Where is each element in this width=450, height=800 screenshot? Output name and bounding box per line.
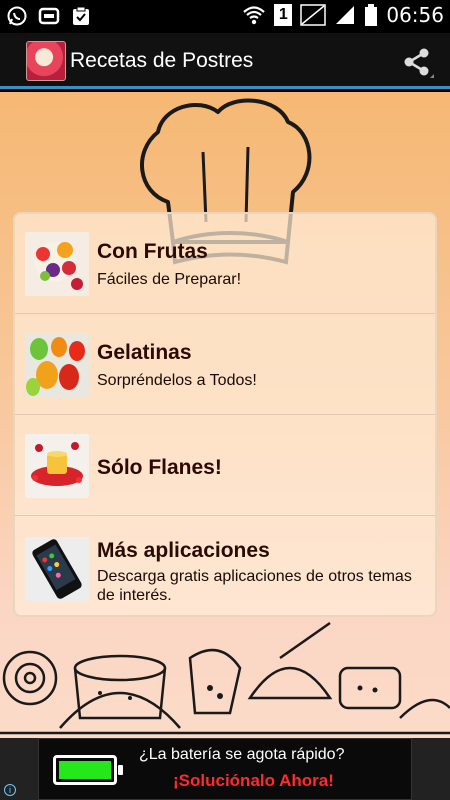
menu-item-subtitle: Descarga gratis aplicaciones de otros te… (97, 568, 412, 604)
no-signal-icon (300, 4, 327, 26)
whatsapp-icon (7, 6, 27, 26)
ad-strip: ¿La batería se agota rápido? ¡Soluciónal… (0, 738, 450, 800)
menu-item-title: Sólo Flanes! (97, 456, 222, 479)
battery-ad-fill (59, 761, 111, 779)
menu-card: Con Frutas Fáciles de Preparar! Gelatina… (13, 212, 437, 617)
menu-item-title: Gelatinas (97, 341, 192, 364)
main-content: Con Frutas Fáciles de Preparar! Gelatina… (0, 92, 450, 738)
menu-item-title: Con Frutas (97, 240, 208, 263)
battery-icon (365, 4, 378, 26)
wifi-icon (243, 6, 266, 25)
menu-item-con-frutas[interactable]: Con Frutas Fáciles de Preparar! (15, 214, 435, 314)
flan-thumbnail (25, 434, 89, 498)
menu-item-mas-aplicaciones[interactable]: Más aplicaciones Descarga gratis aplicac… (15, 517, 435, 617)
ad-headline: ¿La batería se agota rápido? (139, 746, 345, 763)
menu-item-solo-flanes[interactable]: Sólo Flanes! (15, 416, 435, 516)
share-icon[interactable] (400, 45, 434, 79)
phone-thumbnail (25, 537, 89, 601)
app-logo (26, 41, 66, 81)
status-bar: 1 06:56 (0, 0, 450, 33)
message-icon (38, 7, 60, 25)
menu-item-subtitle: Fáciles de Preparar! (97, 271, 242, 288)
kitchen-utensils-illustration (0, 621, 450, 735)
ad-banner[interactable]: ¿La batería se agota rápido? ¡Soluciónal… (38, 738, 412, 800)
menu-item-subtitle: Sorpréndelos a Todos! (97, 372, 257, 389)
menu-item-title: Más aplicaciones (97, 539, 270, 562)
gummy-bears-thumbnail (25, 333, 89, 397)
sim-slot-badge: 1 (274, 4, 293, 26)
clock: 06:56 (386, 3, 444, 27)
signal-icon (336, 6, 355, 24)
fruit-dessert-thumbnail (25, 232, 89, 296)
clipboard-icon (73, 6, 89, 25)
battery-ad-icon (53, 755, 123, 785)
menu-item-gelatinas[interactable]: Gelatinas Sorpréndelos a Todos! (15, 315, 435, 415)
ad-info-icon[interactable]: i (4, 784, 16, 796)
app-title: Recetas de Postres (70, 49, 254, 72)
ad-call-to-action: ¡Soluciónalo Ahora! (173, 771, 334, 790)
action-bar: Recetas de Postres (0, 33, 450, 89)
